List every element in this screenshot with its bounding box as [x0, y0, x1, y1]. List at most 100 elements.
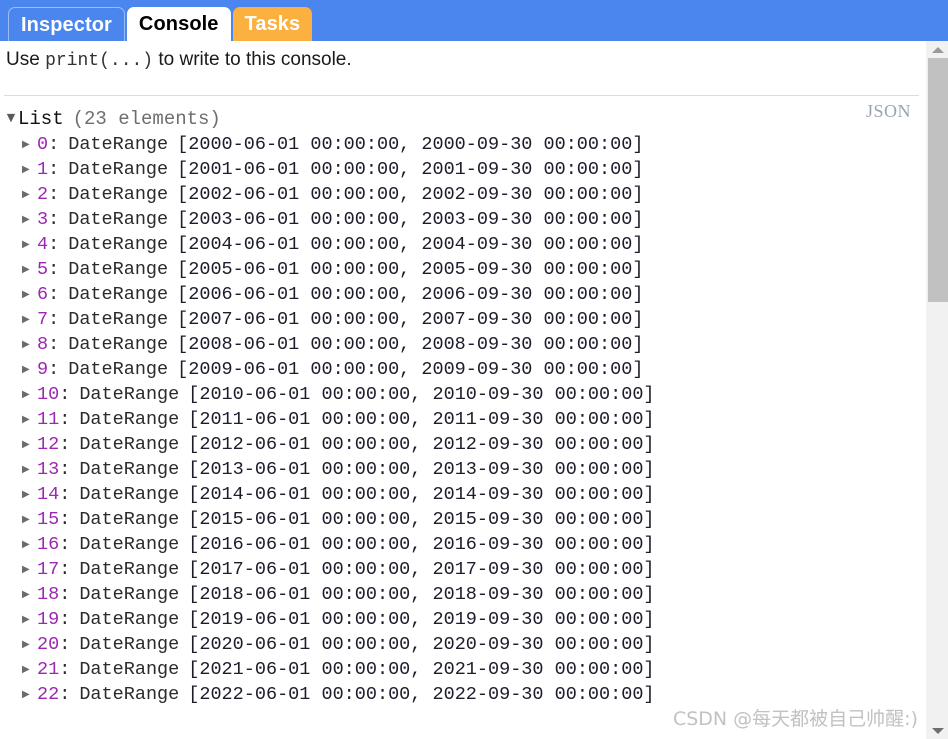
list-item-type: DateRange: [79, 659, 180, 680]
vertical-scrollbar[interactable]: [925, 41, 948, 739]
list-item-value: [2008-06-01 00:00:00, 2008-09-30 00:00:0…: [177, 334, 644, 355]
list-item-type: DateRange: [79, 409, 180, 430]
list-item-colon: :: [59, 559, 71, 580]
list-item[interactable]: ▶ 4: DateRange [2004-06-01 00:00:00, 2004-0…: [0, 232, 925, 257]
list-item[interactable]: ▶ 6: DateRange [2006-06-01 00:00:00, 2006-0…: [0, 282, 925, 307]
list-item-index: 13: [37, 459, 60, 480]
list-item-type: DateRange: [68, 359, 169, 380]
chevron-right-icon[interactable]: ▶: [22, 257, 37, 282]
chevron-right-icon[interactable]: ▶: [22, 357, 37, 382]
console-panel: Use print(...) to write to this console.…: [0, 41, 925, 739]
chevron-right-icon[interactable]: ▶: [22, 307, 37, 332]
list-item-colon: :: [59, 484, 71, 505]
list-item[interactable]: ▶ 12: DateRange [2012-06-01 00:00:00, 2012-…: [0, 432, 925, 457]
list-item-index: 8: [37, 334, 49, 355]
list-item-index: 3: [37, 209, 49, 230]
chevron-down-icon[interactable]: ▼: [4, 104, 18, 132]
tab-console-label: Console: [138, 13, 219, 35]
list-root-row[interactable]: ▼ List (23 elements): [0, 104, 925, 132]
chevron-right-icon[interactable]: ▶: [22, 582, 37, 607]
list-item[interactable]: ▶ 15: DateRange [2015-06-01 00:00:00, 2015-…: [0, 507, 925, 532]
list-item-index: 21: [37, 659, 60, 680]
list-item[interactable]: ▶ 18: DateRange [2018-06-01 00:00:00, 2018-…: [0, 582, 925, 607]
list-item-type: DateRange: [79, 434, 180, 455]
chevron-right-icon[interactable]: ▶: [22, 482, 37, 507]
chevron-right-icon[interactable]: ▶: [22, 232, 37, 257]
list-item-type: DateRange: [79, 584, 180, 605]
list-item-value: [2019-06-01 00:00:00, 2019-09-30 00:00:0…: [188, 609, 655, 630]
list-item[interactable]: ▶ 11: DateRange [2011-06-01 00:00:00, 2011-…: [0, 407, 925, 432]
list-item[interactable]: ▶ 13: DateRange [2013-06-01 00:00:00, 2013-…: [0, 457, 925, 482]
list-item-value: [2021-06-01 00:00:00, 2021-09-30 00:00:0…: [188, 659, 655, 680]
chevron-right-icon[interactable]: ▶: [22, 457, 37, 482]
list-item[interactable]: ▶ 9: DateRange [2009-06-01 00:00:00, 2009-0…: [0, 357, 925, 382]
list-item[interactable]: ▶ 10: DateRange [2010-06-01 00:00:00, 2010-…: [0, 382, 925, 407]
chevron-right-icon[interactable]: ▶: [22, 532, 37, 557]
chevron-right-icon[interactable]: ▶: [22, 207, 37, 232]
list-item-index: 2: [37, 184, 49, 205]
list-item[interactable]: ▶ 2: DateRange [2002-06-01 00:00:00, 2002-0…: [0, 182, 925, 207]
chevron-right-icon[interactable]: ▶: [22, 382, 37, 407]
list-item[interactable]: ▶ 0: DateRange [2000-06-01 00:00:00, 2000-0…: [0, 132, 925, 157]
chevron-right-icon[interactable]: ▶: [22, 682, 37, 707]
chevron-right-icon[interactable]: ▶: [22, 182, 37, 207]
list-item[interactable]: ▶ 8: DateRange [2008-06-01 00:00:00, 2008-0…: [0, 332, 925, 357]
list-item[interactable]: ▶ 1: DateRange [2001-06-01 00:00:00, 2001-0…: [0, 157, 925, 182]
list-item-index: 16: [37, 534, 60, 555]
chevron-right-icon[interactable]: ▶: [22, 332, 37, 357]
list-item[interactable]: ▶ 21: DateRange [2021-06-01 00:00:00, 2021-…: [0, 657, 925, 682]
list-item-value: [2003-06-01 00:00:00, 2003-09-30 00:00:0…: [177, 209, 644, 230]
chevron-right-icon[interactable]: ▶: [22, 557, 37, 582]
list-item-index: 18: [37, 584, 60, 605]
list-item[interactable]: ▶ 3: DateRange [2003-06-01 00:00:00, 2003-0…: [0, 207, 925, 232]
list-item-value: [2012-06-01 00:00:00, 2012-09-30 00:00:0…: [188, 434, 655, 455]
list-item[interactable]: ▶ 5: DateRange [2005-06-01 00:00:00, 2005-0…: [0, 257, 925, 282]
chevron-right-icon[interactable]: ▶: [22, 157, 37, 182]
devtools-window: Inspector Console Tasks Use print(...) t…: [0, 0, 948, 739]
scrollbar-thumb[interactable]: [928, 58, 948, 302]
tab-list: Inspector Console Tasks: [8, 7, 313, 41]
chevron-right-icon[interactable]: ▶: [22, 607, 37, 632]
list-item-colon: :: [48, 309, 60, 330]
list-item-index: 17: [37, 559, 60, 580]
list-item[interactable]: ▶ 7: DateRange [2007-06-01 00:00:00, 2007-0…: [0, 307, 925, 332]
console-hint-code: print(...): [45, 51, 154, 71]
tab-tasks[interactable]: Tasks: [232, 7, 313, 41]
chevron-right-icon[interactable]: ▶: [22, 282, 37, 307]
list-item-type: DateRange: [68, 309, 169, 330]
list-item-colon: :: [59, 659, 71, 680]
list-item-type: DateRange: [68, 184, 169, 205]
list-item-type: DateRange: [79, 559, 180, 580]
list-item-type: DateRange: [79, 684, 180, 705]
chevron-right-icon[interactable]: ▶: [22, 657, 37, 682]
console-hint-suffix: to write to this console.: [153, 49, 352, 70]
list-item-value: [2011-06-01 00:00:00, 2011-09-30 00:00:0…: [188, 409, 655, 430]
scroll-up-arrow-icon[interactable]: [926, 41, 948, 58]
list-item[interactable]: ▶ 19: DateRange [2019-06-01 00:00:00, 2019-…: [0, 607, 925, 632]
list-item-type: DateRange: [68, 334, 169, 355]
chevron-right-icon[interactable]: ▶: [22, 132, 37, 157]
tab-console[interactable]: Console: [126, 7, 231, 41]
chevron-right-icon[interactable]: ▶: [22, 432, 37, 457]
list-item[interactable]: ▶ 17: DateRange [2017-06-01 00:00:00, 2017-…: [0, 557, 925, 582]
chevron-right-icon[interactable]: ▶: [22, 407, 37, 432]
list-item[interactable]: ▶ 22: DateRange [2022-06-01 00:00:00, 2022-…: [0, 682, 925, 707]
list-item-colon: :: [59, 534, 71, 555]
list-item-index: 4: [37, 234, 49, 255]
list-item-index: 10: [37, 384, 60, 405]
tab-inspector[interactable]: Inspector: [8, 7, 125, 41]
list-item-index: 15: [37, 509, 60, 530]
list-item[interactable]: ▶ 20: DateRange [2020-06-01 00:00:00, 2020-…: [0, 632, 925, 657]
chevron-right-icon[interactable]: ▶: [22, 632, 37, 657]
list-item[interactable]: ▶ 16: DateRange [2016-06-01 00:00:00, 2016-…: [0, 532, 925, 557]
list-item-value: [2010-06-01 00:00:00, 2010-09-30 00:00:0…: [188, 384, 655, 405]
list-item-colon: :: [48, 184, 60, 205]
list-item-value: [2004-06-01 00:00:00, 2004-09-30 00:00:0…: [177, 234, 644, 255]
scroll-down-arrow-icon[interactable]: [926, 722, 948, 739]
list-item-colon: :: [48, 134, 60, 155]
list-item[interactable]: ▶ 14: DateRange [2014-06-01 00:00:00, 2014-…: [0, 482, 925, 507]
list-item-value: [2017-06-01 00:00:00, 2017-09-30 00:00:0…: [188, 559, 655, 580]
list-item-colon: :: [59, 434, 71, 455]
chevron-right-icon[interactable]: ▶: [22, 507, 37, 532]
list-root-count: (23 elements): [72, 108, 221, 130]
